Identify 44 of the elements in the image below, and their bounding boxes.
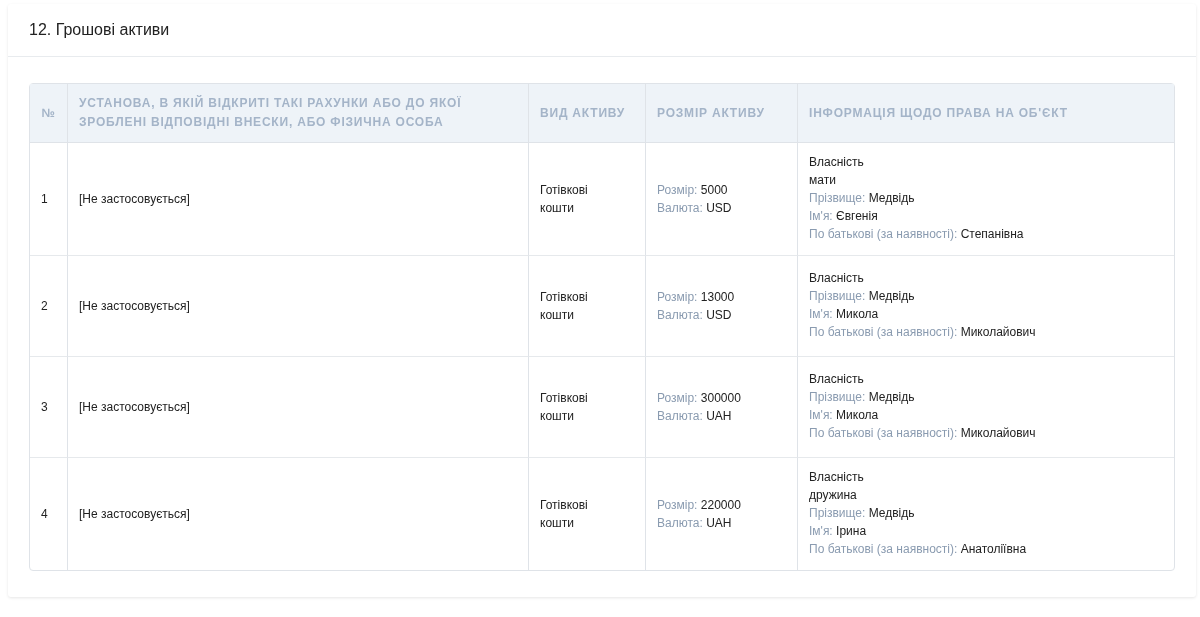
relation-text: мати [809,173,836,187]
section-title: 12. Грошові активи [29,21,170,39]
ownership-text: Власність [809,271,864,285]
column-header: ІНФОРМАЦІЯ ЩОДО ПРАВА НА ОБ'ЄКТ [809,105,1068,120]
institution-text: [Не застосовується] [79,192,190,206]
row-number: 2 [41,299,48,313]
owner-info-line: Прізвище: Медвідь [809,506,915,520]
ownership-text: Власність [809,155,864,169]
owner-info-line: Ім'я: Микола [809,408,879,422]
asset-size-line: Валюта: USD [657,201,732,215]
asset-type-text: Готівкові кошти [540,390,589,425]
row-number: 1 [41,192,48,206]
owner-info-line: По батькові (за наявності): Анатоліївна [809,542,1027,556]
owner-info-line: Прізвище: Медвідь [809,390,915,404]
row-number: 4 [41,507,48,521]
column-header: № [41,105,56,120]
asset-size-line: Валюта: UAH [657,516,732,530]
relation-text: дружина [809,488,857,502]
owner-info-line: По батькові (за наявності): Степанівна [809,227,1024,241]
owner-info-line: Прізвище: Медвідь [809,289,915,303]
asset-size-line: Розмір: 5000 [657,183,728,197]
owner-info-line: Ім'я: Микола [809,307,879,321]
owner-info-line: Ім'я: Євгенія [809,209,878,223]
institution-text: [Не застосовується] [79,400,190,414]
asset-size-line: Валюта: USD [657,308,732,322]
asset-type-text: Готівкові кошти [540,289,589,324]
asset-size-line: Розмір: 13000 [657,290,735,304]
owner-info-line: По батькові (за наявності): Миколайович [809,325,1036,339]
asset-size-line: Розмір: 220000 [657,498,741,512]
asset-type-text: Готівкові кошти [540,182,589,217]
asset-type-text: Готівкові кошти [540,497,589,532]
column-header: РОЗМІР АКТИВУ [657,105,765,120]
institution-text: [Не застосовується] [79,299,190,313]
owner-info-line: По батькові (за наявності): Миколайович [809,426,1036,440]
column-header: ВИД АКТИВУ [540,105,626,120]
asset-size-line: Валюта: UAH [657,409,732,423]
row-number: 3 [41,400,48,414]
ownership-text: Власність [809,470,864,484]
owner-info-line: Прізвище: Медвідь [809,191,915,205]
ownership-text: Власність [809,372,864,386]
owner-info-line: Ім'я: Ірина [809,524,867,538]
institution-text: [Не застосовується] [79,507,190,521]
asset-size-line: Розмір: 300000 [657,391,741,405]
column-header: УСТАНОВА, В ЯКІЙ ВІДКРИТІ ТАКІ РАХУНКИ АБО ДО ЯКОЇ ЗРОБЛЕНІ ВІДПОВІДНІ ВНЕСКИ, АБО ФІЗИЧНА ОСОБА [79,96,462,129]
